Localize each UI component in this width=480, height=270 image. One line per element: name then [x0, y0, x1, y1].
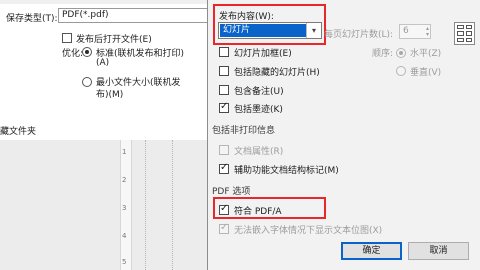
- highlight-pdfa: [213, 197, 326, 219]
- accessibility-tags-checkbox[interactable]: [219, 162, 229, 174]
- doc-properties-checkbox[interactable]: [219, 145, 229, 155]
- spinner-icon: ▴ ▾: [425, 25, 429, 38]
- slide-layout-preview-icon: [454, 22, 475, 45]
- include-hidden-checkbox[interactable]: [219, 66, 229, 76]
- radio-minimum-size[interactable]: [82, 77, 92, 87]
- include-comments-checkbox[interactable]: [219, 85, 229, 95]
- filetype-label: 保存类型(T):: [6, 14, 58, 24]
- ruler-tick: 1: [122, 148, 127, 156]
- open-after-publish-checkbox[interactable]: [62, 33, 72, 43]
- include-ink-label: 包括墨迹(K): [234, 105, 283, 115]
- frame-slides-label: 幻灯片加框(E): [234, 49, 292, 59]
- horizontal-radio[interactable]: [396, 48, 406, 58]
- filetype-value: PDF(*.pdf): [62, 10, 109, 20]
- ruler-tick: 2: [122, 176, 127, 184]
- ruler-tick: 4: [122, 232, 127, 240]
- ruler-tick: 3: [122, 204, 127, 212]
- ruler-tick: 5: [122, 258, 127, 266]
- guide-line: [172, 140, 173, 270]
- bitmap-text-label: 无法嵌入字体情况下显示文本位图(X): [234, 226, 383, 236]
- include-comments-label: 包含备注(U): [234, 87, 284, 97]
- vertical-radio[interactable]: [396, 66, 406, 76]
- vertical-label: 垂直(V): [410, 68, 442, 78]
- cancel-button[interactable]: 取消: [408, 242, 469, 260]
- bitmap-text-checkbox[interactable]: [219, 222, 229, 234]
- radio-standard-line2: (A): [96, 58, 110, 68]
- slides-per-page-label: 每页幻灯片数(L):: [324, 30, 394, 40]
- optimize-label: 优化:: [62, 49, 84, 59]
- highlight-publish-what: [213, 4, 326, 45]
- order-label: 顺序:: [372, 49, 394, 59]
- dialog-top-strip: [0, 0, 210, 4]
- guide-line: [145, 140, 146, 270]
- filetype-select[interactable]: PDF(*.pdf): [58, 8, 210, 23]
- doc-properties-label: 文档属性(R): [234, 147, 284, 157]
- radio-minimum-line2: 布)(M): [96, 90, 124, 100]
- slides-per-page-select[interactable]: 6 ▴ ▾: [399, 24, 431, 39]
- slide-workspace: [0, 140, 210, 270]
- accessibility-tags-label: 辅助功能文档结构标记(M): [234, 166, 339, 176]
- include-hidden-label: 包括隐藏的幻灯片(H): [234, 68, 320, 78]
- slides-per-page-value: 6: [403, 26, 409, 36]
- radio-standard[interactable]: [82, 47, 92, 57]
- include-ink-checkbox[interactable]: [219, 101, 229, 113]
- pdf-options-section-title: PDF 选项: [212, 187, 251, 197]
- radio-standard-line1: 标准(联机发布和打印): [96, 49, 185, 59]
- non-print-section-title: 包括非打印信息: [212, 126, 276, 136]
- horizontal-label: 水平(Z): [410, 49, 442, 59]
- hide-folder-link[interactable]: 藏文件夹: [0, 124, 36, 137]
- open-after-publish-label: 发布后打开文件(E): [76, 35, 152, 45]
- pdf-options-dialog: 发布内容(W): 幻灯片 ▾ 每页幻灯片数(L): 6 ▴ ▾ 幻灯片加框(E) …: [207, 0, 480, 270]
- save-as-dialog: 保存类型(T): PDF(*.pdf) 发布后打开文件(E) 优化: 标准(联机…: [0, 0, 210, 140]
- ok-button[interactable]: 确定: [341, 242, 402, 260]
- frame-slides-checkbox[interactable]: [219, 47, 229, 57]
